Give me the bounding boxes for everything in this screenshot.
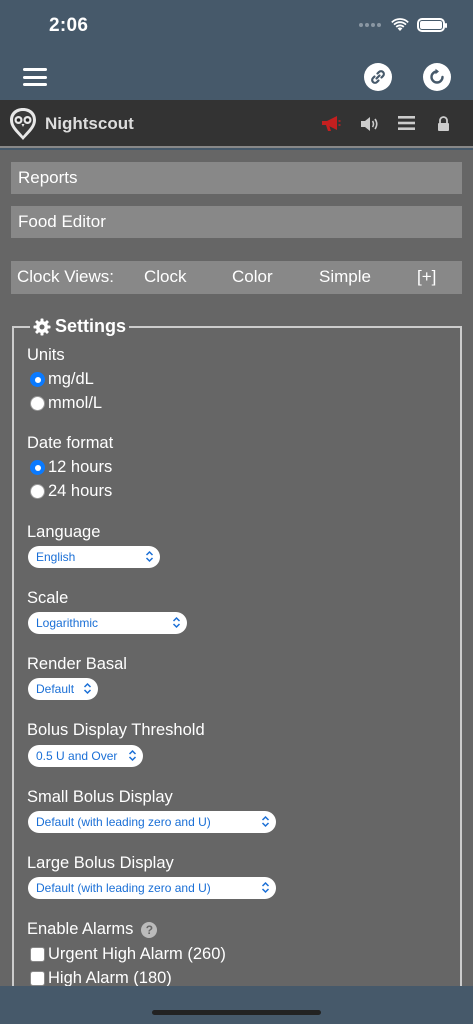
app-bar xyxy=(0,52,473,100)
food-editor-link[interactable]: Food Editor xyxy=(11,206,462,238)
refresh-icon xyxy=(430,68,444,84)
wifi-icon xyxy=(391,18,409,31)
large-bolus-select[interactable]: Default (with leading zero and U) xyxy=(28,877,276,899)
clock-view-color-link[interactable]: Color xyxy=(232,267,273,287)
urgent-high-alarm-option[interactable]: Urgent High Alarm (260) xyxy=(30,945,226,964)
units-radio-mmol[interactable] xyxy=(30,396,45,411)
render-basal-select[interactable]: Default xyxy=(28,678,98,700)
small-bolus-select[interactable]: Default (with leading zero and U) xyxy=(28,811,276,833)
help-icon[interactable]: ? xyxy=(141,921,158,938)
date-format-radio-12h[interactable] xyxy=(30,460,45,475)
select-chevron-icon xyxy=(172,616,181,629)
language-label: Language xyxy=(27,523,101,541)
large-bolus-label: Large Bolus Display xyxy=(27,854,174,872)
language-select[interactable]: English xyxy=(28,546,160,568)
reports-link[interactable]: Reports xyxy=(11,162,462,194)
units-option-mgdl[interactable]: mg/dL xyxy=(30,370,94,389)
date-format-radio-24h[interactable] xyxy=(30,484,45,499)
select-chevron-icon xyxy=(261,881,270,894)
app-title: Nightscout xyxy=(45,114,134,133)
render-basal-label: Render Basal xyxy=(27,655,127,673)
clock-view-add-link[interactable]: [+] xyxy=(417,267,436,287)
scale-label: Scale xyxy=(27,589,69,607)
select-chevron-icon xyxy=(261,815,270,828)
scale-select[interactable]: Logarithmic xyxy=(28,612,187,634)
drawer-content: Reports Food Editor Clock Views: Clock C… xyxy=(0,150,473,986)
clock-view-simple-link[interactable]: Simple xyxy=(319,267,371,287)
speaker-icon[interactable] xyxy=(360,115,380,133)
enable-alarms-label: Enable Alarms xyxy=(27,920,134,938)
high-alarm-checkbox[interactable] xyxy=(30,971,45,986)
date-format-label: Date format xyxy=(27,434,114,452)
select-chevron-icon xyxy=(145,550,154,563)
date-format-option-12h[interactable]: 12 hours xyxy=(30,458,112,477)
select-chevron-icon xyxy=(83,682,92,695)
refresh-button[interactable] xyxy=(423,63,451,91)
nightscout-header: Nightscout xyxy=(0,100,473,148)
high-alarm-option[interactable]: High Alarm (180) xyxy=(30,969,172,986)
urgent-high-alarm-checkbox[interactable] xyxy=(30,947,45,962)
clock-view-clock-link[interactable]: Clock xyxy=(144,267,187,287)
owl-logo-icon xyxy=(10,108,36,140)
status-icons xyxy=(359,18,447,32)
clock-views-label: Clock Views: xyxy=(17,267,114,286)
settings-legend: Settings xyxy=(30,316,130,337)
cellular-signal-icon xyxy=(359,23,381,27)
megaphone-icon[interactable] xyxy=(321,115,341,133)
gear-icon xyxy=(33,318,51,335)
list-icon[interactable] xyxy=(398,115,415,131)
clock-views-bar: Clock Views: Clock Color Simple [+] xyxy=(11,261,462,294)
small-bolus-label: Small Bolus Display xyxy=(27,788,173,806)
units-option-mmol[interactable]: mmol/L xyxy=(30,394,102,413)
reports-label: Reports xyxy=(18,168,78,187)
status-time: 2:06 xyxy=(49,15,89,36)
menu-icon[interactable] xyxy=(23,68,47,86)
lock-icon[interactable] xyxy=(437,116,450,131)
settings-title: Settings xyxy=(55,316,127,336)
enable-alarms-row: Enable Alarms ? xyxy=(27,920,158,939)
link-button[interactable] xyxy=(364,63,392,91)
bolus-threshold-select[interactable]: 0.5 U and Over xyxy=(28,745,143,767)
bottom-bar xyxy=(0,986,473,1024)
food-editor-label: Food Editor xyxy=(18,212,106,231)
home-indicator[interactable] xyxy=(152,1010,321,1015)
date-format-option-24h[interactable]: 24 hours xyxy=(30,482,112,501)
battery-icon xyxy=(417,18,447,32)
units-label: Units xyxy=(27,346,65,364)
status-bar: 2:06 xyxy=(0,0,473,52)
link-icon xyxy=(371,70,385,84)
bolus-threshold-label: Bolus Display Threshold xyxy=(27,721,205,739)
units-radio-mgdl[interactable] xyxy=(30,372,45,387)
select-chevron-icon xyxy=(128,749,137,762)
